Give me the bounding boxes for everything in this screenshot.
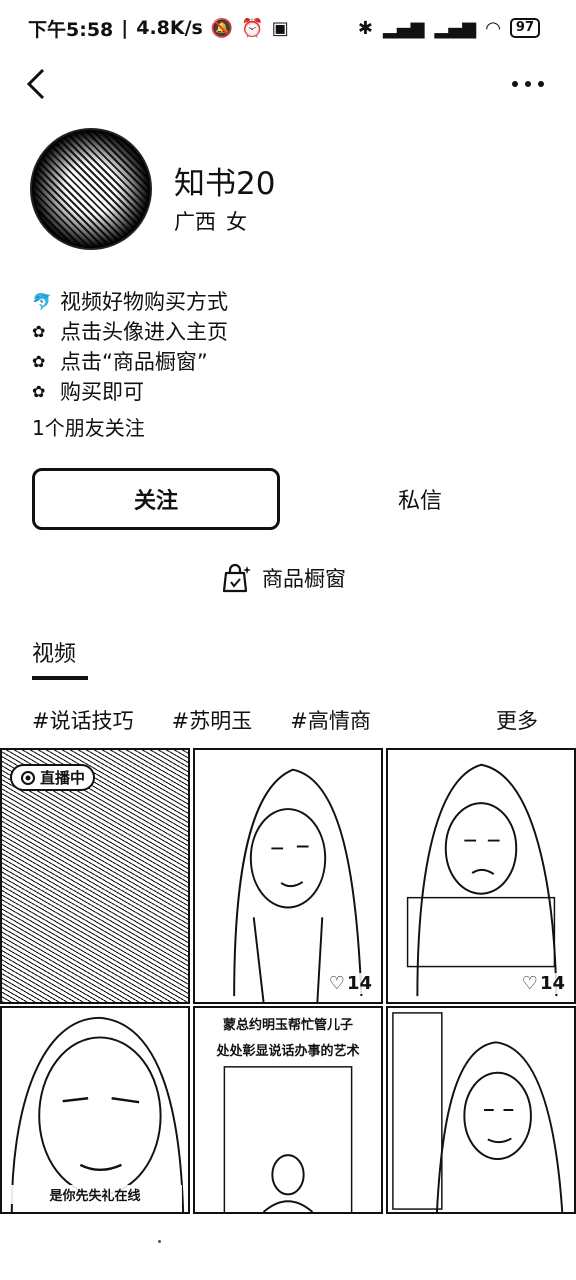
status-bar: 下午5:58 | 4.8K/s 🔕 ⏰ ▣ ✱ ▂▄▆ ▂▄▆ ◠ 97 bbox=[0, 0, 576, 56]
more-dots-icon bbox=[512, 81, 544, 87]
portrait-sketch bbox=[406, 763, 558, 997]
mute-icon: 🔕 bbox=[210, 17, 234, 39]
video-caption: 是你先失礼在线 bbox=[8, 1185, 182, 1204]
status-time: 下午5:58 bbox=[28, 18, 114, 41]
status-divider: | bbox=[121, 17, 129, 39]
video-thumbnail[interactable]: 蒙总约明玉帮忙管儿子 处处彰显说话办事的艺术 bbox=[193, 1006, 383, 1214]
video-thumbnail[interactable]: ♡ 14 bbox=[386, 748, 576, 1004]
bio-line: 🐬 视频好物购买方式 bbox=[32, 286, 532, 316]
bio-text: 点击“商品橱窗” bbox=[60, 350, 208, 374]
live-badge-label: 直播中 bbox=[40, 769, 86, 787]
profile-gender: 女 bbox=[226, 210, 247, 234]
dolphin-icon: 🐬 bbox=[32, 291, 52, 311]
bio-text: 购买即可 bbox=[60, 380, 144, 404]
bio-line: ✿ 购买即可 bbox=[32, 376, 532, 406]
like-count-value: 14 bbox=[539, 973, 565, 994]
sparkle-icon: ✿ bbox=[32, 351, 46, 371]
top-nav bbox=[0, 56, 576, 112]
back-button[interactable] bbox=[16, 62, 56, 106]
more-options-button[interactable] bbox=[504, 62, 552, 106]
live-dot-icon bbox=[21, 770, 35, 785]
profile-bio: 🐬 视频好物购买方式 ✿ 点击头像进入主页 ✿ 点击“商品橱窗” ✿ 购买即可 bbox=[32, 286, 532, 406]
hashtag-chip[interactable]: #苏明玉 bbox=[172, 705, 253, 735]
nfc-icon: ▣ bbox=[271, 17, 289, 39]
video-thumbnail[interactable] bbox=[386, 1006, 576, 1214]
mutual-followers[interactable]: 1个朋友关注 bbox=[32, 412, 145, 441]
status-net-speed: 4.8K/s bbox=[136, 17, 203, 39]
status-left: 下午5:58 | 4.8K/s 🔕 ⏰ ▣ bbox=[28, 15, 289, 42]
home-indicator bbox=[158, 1240, 161, 1243]
hashtag-chip[interactable]: #高情商 bbox=[290, 705, 371, 735]
sparkle-icon: ✿ bbox=[32, 321, 46, 341]
tab-videos[interactable]: 视频 bbox=[32, 636, 76, 668]
portrait-sketch bbox=[223, 1066, 353, 1212]
bio-text: 点击头像进入主页 bbox=[60, 320, 228, 344]
portrait-sketch bbox=[392, 1012, 564, 1212]
hashtag-chip[interactable]: #说话技巧 bbox=[32, 705, 134, 735]
like-count: ♡ 14 bbox=[518, 973, 568, 994]
chevron-left-icon bbox=[26, 68, 45, 100]
shopping-bag-icon bbox=[222, 563, 251, 593]
bio-line: ✿ 点击头像进入主页 bbox=[32, 316, 532, 346]
profile-meta: 广西 女 bbox=[174, 206, 247, 236]
profile-name: 知书20 bbox=[174, 166, 276, 202]
status-right: ✱ ▂▄▆ ▂▄▆ ◠ 97 bbox=[358, 18, 540, 39]
message-button[interactable]: 私信 bbox=[296, 468, 544, 530]
video-caption: 处处彰显说话办事的艺术 bbox=[201, 1040, 375, 1059]
live-badge: 直播中 bbox=[10, 764, 96, 791]
profile-region: 广西 bbox=[174, 210, 216, 234]
video-thumbnail[interactable]: ♡ 14 bbox=[193, 748, 383, 1004]
like-count: ♡ 14 bbox=[325, 973, 375, 994]
hashtag-bar: #说话技巧 #苏明玉 #高情商 更多 bbox=[32, 700, 544, 740]
follow-button[interactable]: 关注 bbox=[32, 468, 280, 530]
video-thumbnail[interactable]: 是你先失礼在线 bbox=[0, 1006, 190, 1214]
avatar[interactable] bbox=[30, 128, 152, 250]
portrait-sketch bbox=[10, 1016, 185, 1212]
tab-active-indicator bbox=[32, 676, 88, 680]
sparkle-icon: ✿ bbox=[32, 381, 46, 401]
heart-icon: ♡ bbox=[521, 973, 538, 994]
video-caption: 蒙总约明玉帮忙管儿子 bbox=[201, 1014, 375, 1033]
portrait-sketch bbox=[233, 768, 363, 1002]
video-thumbnail[interactable]: 直播中 bbox=[0, 748, 190, 1004]
bio-text: 视频好物购买方式 bbox=[60, 290, 228, 314]
bluetooth-icon: ✱ bbox=[357, 17, 373, 39]
battery-indicator: 97 bbox=[509, 18, 540, 38]
more-hashtags-button[interactable]: 更多 bbox=[496, 705, 538, 735]
wifi-icon: ◠ bbox=[486, 17, 500, 39]
alarm-icon: ⏰ bbox=[241, 17, 264, 39]
signal-icon-2: ▂▄▆ bbox=[434, 17, 477, 39]
shop-window-label: 商品橱窗 bbox=[262, 567, 346, 591]
video-grid: 直播中 ♡ 14 ♡ 14 是你先失礼在线 蒙总约明玉帮忙管儿子 处处彰显说话办… bbox=[0, 748, 576, 1214]
shop-window-link[interactable]: 商品橱窗 bbox=[220, 558, 346, 598]
heart-icon: ♡ bbox=[328, 973, 345, 994]
like-count-value: 14 bbox=[346, 973, 372, 994]
signal-icon: ▂▄▆ bbox=[383, 17, 425, 39]
bio-line: ✿ 点击“商品橱窗” bbox=[32, 346, 532, 376]
